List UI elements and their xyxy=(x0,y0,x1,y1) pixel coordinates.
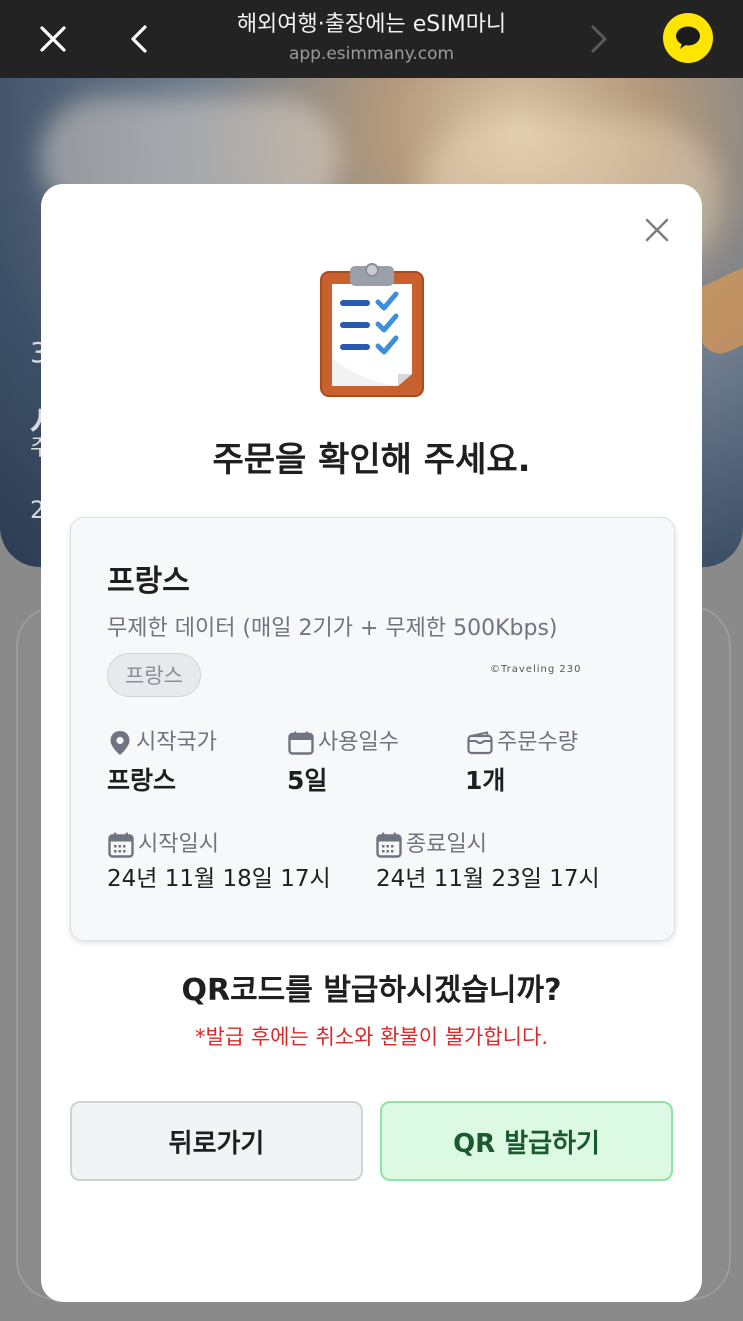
calendar-icon xyxy=(288,731,314,755)
days-value: 5일 xyxy=(287,766,328,795)
start-date-label-text: 시작일시 xyxy=(138,832,219,857)
calendar-icon xyxy=(376,832,402,858)
modal-close-button[interactable] xyxy=(642,215,672,245)
refund-warning: *발급 후에는 취소와 환불이 불가합니다. xyxy=(195,1025,548,1049)
clipboard-icon xyxy=(320,263,424,397)
close-icon xyxy=(40,26,66,52)
quantity-label: 주문수량 xyxy=(467,728,578,758)
country-tag: 프랑스 xyxy=(107,653,201,697)
order-country: 프랑스 xyxy=(107,564,190,599)
browser-top-bar: 해외여행·출장에는 eSIM마니 app.esimmany.com xyxy=(0,0,743,78)
issue-question: QR코드를 발급하시겠습니까? xyxy=(181,973,562,1008)
chevron-right-icon xyxy=(591,25,607,53)
chevron-left-icon xyxy=(131,25,147,53)
calendar-icon xyxy=(108,832,134,858)
days-label: 사용일수 xyxy=(288,728,399,758)
close-icon xyxy=(645,218,669,242)
browser-title: 해외여행·출장에는 eSIM마니 xyxy=(236,12,507,37)
modal-title: 주문을 확인해 주세요. xyxy=(212,440,531,480)
kakao-chat-icon xyxy=(676,26,700,49)
start-date-value: 24년 11월 18일 17시 xyxy=(107,866,331,892)
days-label-text: 사용일수 xyxy=(318,730,399,755)
end-date-value: 24년 11월 23일 17시 xyxy=(376,866,600,892)
end-date-label: 종료일시 xyxy=(376,830,487,860)
watermark-text: ©Traveling 230 xyxy=(490,664,582,675)
kakao-chat-button[interactable] xyxy=(663,13,713,63)
start-date-label: 시작일시 xyxy=(108,830,219,860)
end-date-label-text: 종료일시 xyxy=(406,832,487,857)
browser-url: app.esimmany.com xyxy=(288,44,455,64)
start-country-label: 시작국가 xyxy=(108,728,217,758)
quantity-label-text: 주문수량 xyxy=(497,730,578,755)
close-browser-button[interactable] xyxy=(28,14,78,64)
order-plan: 무제한 데이터 (매일 2기가 + 무제한 500Kbps) xyxy=(107,616,558,641)
location-pin-icon xyxy=(110,731,130,755)
forward-nav-button[interactable] xyxy=(574,14,624,64)
quantity-value: 1개 xyxy=(465,766,506,795)
start-country-label-text: 시작국가 xyxy=(136,730,217,755)
issue-qr-button[interactable]: QR 발급하기 xyxy=(380,1101,673,1181)
back-button[interactable]: 뒤로가기 xyxy=(70,1101,363,1181)
wallet-icon xyxy=(467,731,493,755)
start-country-value: 프랑스 xyxy=(107,766,177,795)
